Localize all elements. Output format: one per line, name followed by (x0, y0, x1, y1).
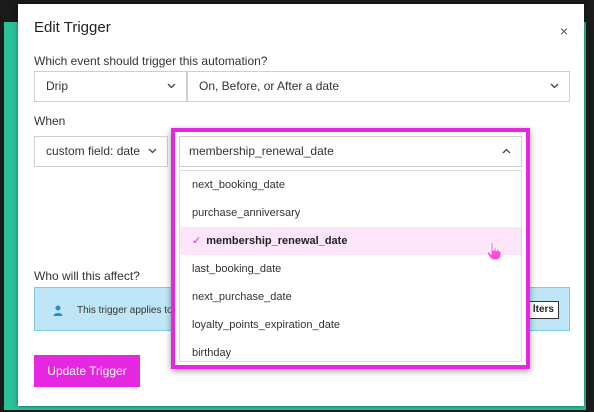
chevron-down-icon (148, 137, 157, 154)
person-icon (53, 303, 63, 321)
date-field-select-value: membership_renewal_date (189, 144, 334, 158)
close-button[interactable]: × (554, 21, 574, 41)
chevron-down-icon (550, 72, 559, 89)
banner-text: This trigger applies to (77, 305, 173, 316)
when-label: When (34, 114, 66, 128)
option-label: loyalty_points_expiration_date (192, 319, 340, 331)
audience-label: Who will this affect? (34, 269, 140, 283)
option-label: next_booking_date (192, 179, 285, 191)
dropdown-option[interactable]: last_booking_date (180, 255, 521, 283)
dropdown-options-list: next_booking_date purchase_anniversary ✓… (179, 170, 522, 362)
dropdown-option[interactable]: loyalty_points_expiration_date (180, 311, 521, 339)
dropdown-option[interactable]: next_purchase_date (180, 283, 521, 311)
pointer-hand-icon (486, 241, 502, 266)
chevron-down-icon (167, 72, 176, 89)
update-trigger-button[interactable]: Update Trigger (34, 355, 140, 387)
dropdown-option[interactable]: purchase_anniversary (180, 199, 521, 227)
event-select-value: Drip (46, 79, 69, 93)
dropdown-option-selected[interactable]: ✓ membership_renewal_date (180, 227, 521, 255)
option-label: birthday (192, 347, 232, 359)
close-icon: × (559, 23, 569, 39)
date-field-select[interactable]: membership_renewal_date (179, 136, 522, 167)
field-type-select-value: custom field: date (46, 144, 141, 158)
timing-select[interactable]: On, Before, or After a date (187, 71, 570, 102)
chevron-up-icon (502, 137, 511, 154)
option-label: membership_renewal_date (206, 235, 348, 247)
dropdown-option[interactable]: birthday (180, 339, 521, 367)
modal-title: Edit Trigger (34, 19, 111, 36)
date-field-dropdown: membership_renewal_date next_booking_dat… (171, 128, 530, 369)
dropdown-option[interactable]: next_booking_date (180, 171, 521, 199)
event-label: Which event should trigger this automati… (34, 54, 268, 68)
field-type-select[interactable]: custom field: date (34, 136, 168, 167)
event-select[interactable]: Drip (34, 71, 187, 102)
timing-select-value: On, Before, or After a date (199, 79, 340, 93)
check-icon: ✓ (192, 235, 202, 247)
option-label: last_booking_date (192, 263, 282, 275)
option-label: next_purchase_date (192, 291, 292, 303)
option-label: purchase_anniversary (192, 207, 301, 219)
